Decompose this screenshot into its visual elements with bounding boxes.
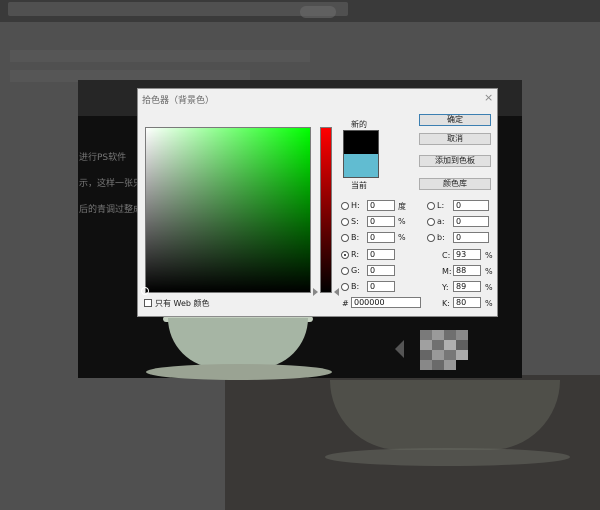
current-color-swatch[interactable] <box>343 154 379 178</box>
add-to-swatches-button[interactable]: 添加到色板 <box>419 155 491 167</box>
new-label: 新的 <box>351 120 367 129</box>
c-input[interactable]: 93 <box>453 249 481 260</box>
s-input[interactable]: 0 <box>367 216 395 227</box>
b-label: B: <box>351 233 360 242</box>
g-label: G: <box>351 266 360 275</box>
r-input[interactable]: 0 <box>367 249 395 260</box>
g-input[interactable]: 0 <box>367 265 395 276</box>
k-label: K: <box>442 299 450 308</box>
k-input[interactable]: 80 <box>453 297 481 308</box>
pixelated-watermark <box>420 330 468 370</box>
header-pill <box>300 6 336 18</box>
radio-a[interactable] <box>427 218 435 226</box>
new-color-swatch <box>343 130 379 154</box>
web-only-checkbox[interactable] <box>144 299 152 307</box>
h-unit: 度 <box>398 202 406 211</box>
radio-blue[interactable] <box>341 283 349 291</box>
k-unit: % <box>485 299 493 308</box>
radio-s[interactable] <box>341 218 349 226</box>
l-input[interactable]: 0 <box>453 200 489 211</box>
s-label: S: <box>351 217 359 226</box>
radio-lab-b[interactable] <box>427 234 435 242</box>
a-label: a: <box>437 217 445 226</box>
radio-h[interactable] <box>341 202 349 210</box>
h-label: H: <box>351 201 360 210</box>
hex-input[interactable]: 000000 <box>351 297 421 308</box>
blue-label: B: <box>351 282 360 291</box>
hue-slider[interactable] <box>320 127 332 293</box>
c-label: C: <box>442 251 451 260</box>
m-input[interactable]: 88 <box>453 265 481 276</box>
y-input[interactable]: 89 <box>453 281 481 292</box>
saucer-photo <box>146 364 332 380</box>
bg-text-3: 后的青调过整成 <box>79 205 143 215</box>
radio-r[interactable] <box>341 251 349 259</box>
bg-text-1: 进行PS软件 <box>79 153 127 163</box>
dialog-title: 拾色器（背景色） <box>142 96 215 106</box>
text-line <box>10 50 310 62</box>
radio-l[interactable] <box>427 202 435 210</box>
saucer-image <box>325 448 570 466</box>
c-unit: % <box>485 251 493 260</box>
y-label: Y: <box>442 283 449 292</box>
r-label: R: <box>351 250 360 259</box>
header-title-blurred <box>8 2 348 16</box>
cancel-button[interactable]: 取消 <box>419 133 491 145</box>
m-label: M: <box>442 267 452 276</box>
b-input[interactable]: 0 <box>367 232 395 243</box>
bg-text-2: 示，这样一张只 <box>79 179 143 189</box>
slider-handle-left-icon[interactable] <box>313 288 318 296</box>
slider-handle-right-icon[interactable] <box>334 288 339 296</box>
radio-g[interactable] <box>341 267 349 275</box>
color-libraries-button[interactable]: 颜色库 <box>419 178 491 190</box>
ok-button[interactable]: 确定 <box>419 114 491 126</box>
teacup-image <box>330 380 560 450</box>
radio-b[interactable] <box>341 234 349 242</box>
b-unit: % <box>398 233 406 242</box>
y-unit: % <box>485 283 493 292</box>
color-field-cursor[interactable] <box>141 287 149 295</box>
l-label: L: <box>437 201 445 210</box>
color-field[interactable] <box>145 127 311 293</box>
blue-input[interactable]: 0 <box>367 281 395 292</box>
s-unit: % <box>398 217 406 226</box>
current-label: 当前 <box>351 181 367 190</box>
m-unit: % <box>485 267 493 276</box>
lab-b-label: b: <box>437 233 445 242</box>
hex-label: # <box>342 299 349 308</box>
web-only-label: 只有 Web 颜色 <box>155 299 210 308</box>
close-icon[interactable]: × <box>484 91 493 104</box>
lab-b-input[interactable]: 0 <box>453 232 489 243</box>
h-input[interactable]: 0 <box>367 200 395 211</box>
a-input[interactable]: 0 <box>453 216 489 227</box>
prev-arrow-icon[interactable] <box>395 340 404 358</box>
